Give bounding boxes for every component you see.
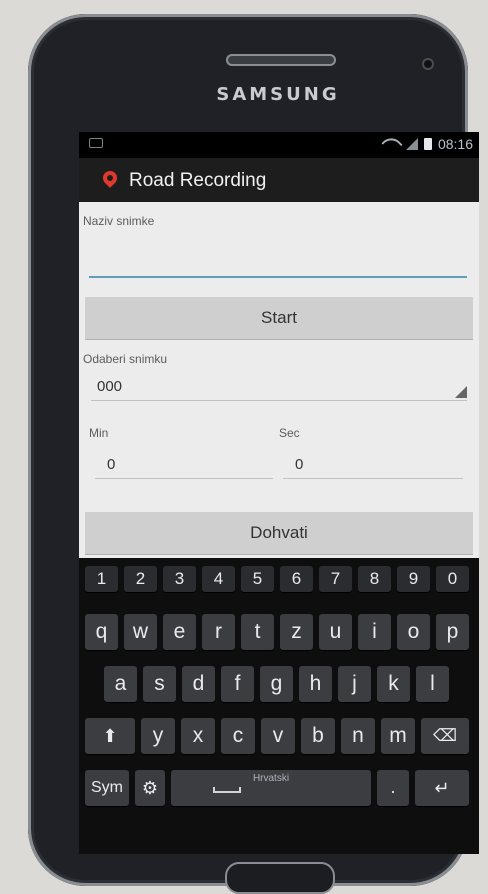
key-b[interactable]: b	[301, 718, 335, 754]
period-key[interactable]: .	[377, 770, 409, 806]
min-input-value: 0	[107, 456, 116, 473]
key-u[interactable]: u	[319, 614, 352, 650]
sym-key[interactable]: Sym	[85, 770, 129, 806]
shift-key[interactable]: ⬆	[85, 718, 135, 754]
key-s[interactable]: s	[143, 666, 176, 702]
status-icons: 08:16	[381, 133, 473, 155]
recording-name-label: Naziv snimke	[83, 214, 155, 228]
key-j[interactable]: j	[338, 666, 371, 702]
backspace-key[interactable]: ⌫	[421, 718, 469, 754]
recording-spinner-value: 000	[97, 378, 123, 395]
key-0[interactable]: 0	[436, 566, 469, 592]
key-z[interactable]: z	[280, 614, 313, 650]
key-r[interactable]: r	[202, 614, 235, 650]
sec-input[interactable]: 0	[283, 450, 463, 479]
key-4[interactable]: 4	[202, 566, 235, 592]
start-button[interactable]: Start	[85, 297, 473, 339]
home-button[interactable]	[225, 862, 335, 894]
key-x[interactable]: x	[181, 718, 215, 754]
main-content: Naziv snimke Start Odaberi snimku 000 Mi…	[79, 202, 479, 558]
status-bar: 08:16	[79, 132, 479, 158]
map-pin-icon	[100, 168, 120, 188]
action-bar: Road Recording	[79, 158, 479, 203]
dropdown-arrow-icon	[455, 386, 467, 398]
key-i[interactable]: i	[358, 614, 391, 650]
key-p[interactable]: p	[436, 614, 469, 650]
key-m[interactable]: m	[381, 718, 415, 754]
wifi-icon	[381, 133, 403, 155]
key-k[interactable]: k	[377, 666, 410, 702]
sec-label: Sec	[279, 426, 300, 440]
phone-body: SAMSUNG 08:16 Road Recording Naziv snimk…	[28, 14, 479, 894]
key-n[interactable]: n	[341, 718, 375, 754]
app-title: Road Recording	[129, 170, 267, 191]
key-9[interactable]: 9	[397, 566, 430, 592]
min-label: Min	[89, 426, 109, 440]
key-q[interactable]: q	[85, 614, 118, 650]
recording-spinner[interactable]: 000	[91, 374, 467, 401]
key-d[interactable]: d	[182, 666, 215, 702]
keyboard-notification-icon	[89, 138, 103, 148]
key-o[interactable]: o	[397, 614, 430, 650]
key-3[interactable]: 3	[163, 566, 196, 592]
screen: 08:16 Road Recording Naziv snimke Start …	[79, 132, 479, 854]
sec-input-value: 0	[295, 456, 304, 473]
signal-icon	[405, 138, 418, 150]
key-5[interactable]: 5	[241, 566, 274, 592]
key-l[interactable]: l	[416, 666, 449, 702]
space-key[interactable]: Hrvatski	[171, 770, 371, 806]
key-v[interactable]: v	[261, 718, 295, 754]
key-8[interactable]: 8	[358, 566, 391, 592]
key-1[interactable]: 1	[85, 566, 118, 592]
space-icon	[213, 787, 241, 793]
speaker-grille	[226, 54, 336, 66]
key-g[interactable]: g	[260, 666, 293, 702]
key-w[interactable]: w	[124, 614, 157, 650]
key-2[interactable]: 2	[124, 566, 157, 592]
select-recording-label: Odaberi snimku	[83, 352, 168, 366]
key-c[interactable]: c	[221, 718, 255, 754]
key-t[interactable]: t	[241, 614, 274, 650]
front-camera	[422, 58, 434, 70]
key-e[interactable]: e	[163, 614, 196, 650]
key-y[interactable]: y	[141, 718, 175, 754]
key-6[interactable]: 6	[280, 566, 313, 592]
key-h[interactable]: h	[299, 666, 332, 702]
key-f[interactable]: f	[221, 666, 254, 702]
enter-key[interactable]: ↵	[415, 770, 469, 806]
status-time: 08:16	[437, 136, 473, 152]
fetch-button[interactable]: Dohvati	[85, 512, 473, 554]
soft-keyboard: 1 2 3 4 5 6 7 8 9 0 q w e r t z u i o p …	[79, 558, 479, 854]
battery-icon	[423, 138, 432, 150]
keyboard-language-label: Hrvatski	[252, 773, 290, 784]
key-7[interactable]: 7	[319, 566, 352, 592]
key-a[interactable]: a	[104, 666, 137, 702]
recording-name-input[interactable]	[89, 256, 467, 278]
min-input[interactable]: 0	[95, 450, 273, 479]
brand-logo: SAMSUNG	[216, 84, 340, 105]
settings-key[interactable]: ⚙	[135, 770, 165, 806]
